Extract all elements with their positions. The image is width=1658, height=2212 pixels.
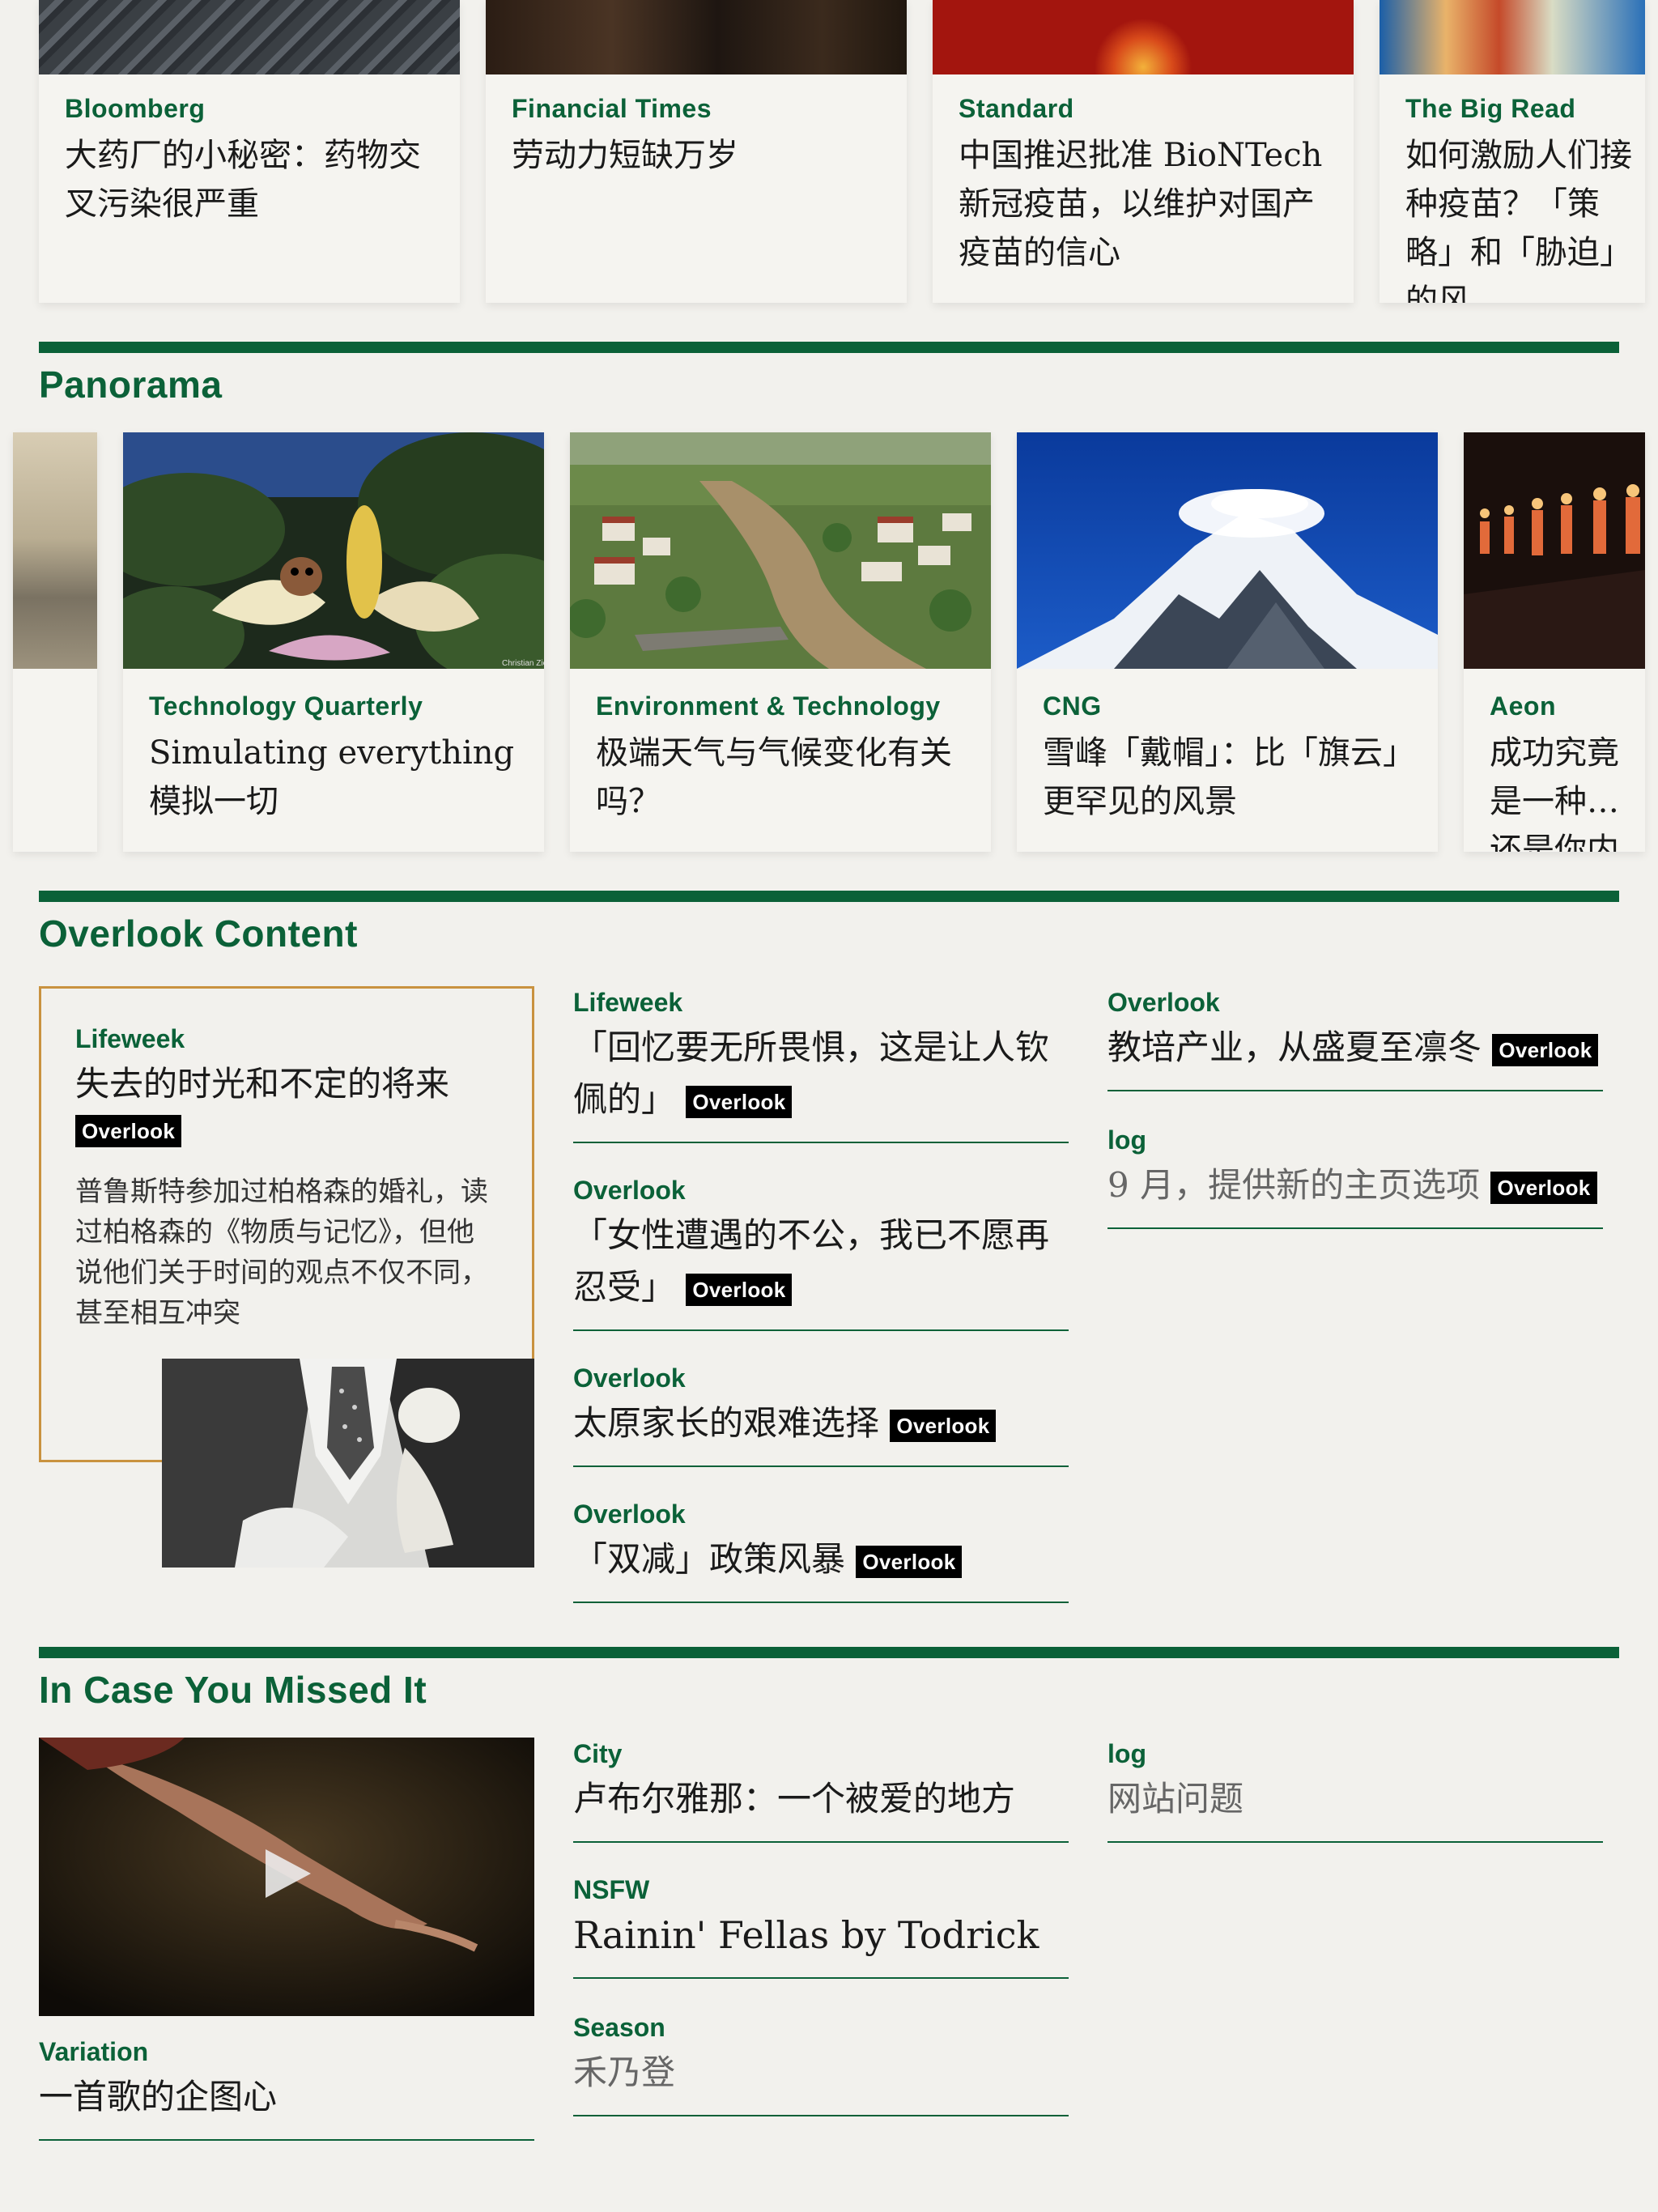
item-title[interactable]: 「回忆要无所畏惧，这是让人钦佩的」 Overlook: [573, 1022, 1069, 1142]
overlook-tag: Overlook: [1492, 1034, 1599, 1066]
panorama-card-image: [1017, 432, 1438, 669]
item-source: Overlook: [573, 1176, 686, 1205]
overlook-item[interactable]: Lifeweek 「回忆要无所畏惧，这是让人钦佩的」 Overlook: [573, 986, 1069, 1143]
overlook-item[interactable]: log 9 月，提供新的主页选项 Overlook: [1107, 1124, 1603, 1229]
panorama-heading: Panorama: [39, 364, 223, 406]
panorama-card-partial[interactable]: [13, 432, 97, 852]
item-title[interactable]: 一首歌的企图心: [39, 2071, 534, 2139]
featured-description: 普鲁斯特参加过柏格森的婚礼，读过柏格森的《物质与记忆》，但他说他们关于时间的观点…: [75, 1176, 488, 1329]
top-card-source: Bloomberg: [65, 94, 206, 123]
item-title[interactable]: 禾乃登: [573, 2047, 1069, 2115]
item-source: City: [573, 1739, 623, 1768]
panorama-card-image: Christian Ziegler: [123, 432, 544, 669]
video-thumbnail[interactable]: [39, 1738, 534, 2016]
item-title-text[interactable]: 「双减」政策风暴: [573, 1539, 845, 1579]
play-icon[interactable]: [266, 1849, 311, 1898]
overlook-tag: Overlook: [1490, 1172, 1597, 1204]
item-title[interactable]: 「女性遭遇的不公，我已不愿再忍受」 Overlook: [573, 1210, 1069, 1329]
missed-item[interactable]: Season 禾乃登: [573, 2011, 1069, 2116]
item-title[interactable]: 卢布尔雅那：一个被爱的地方: [573, 1773, 1069, 1841]
item-title-text[interactable]: 太原家长的艰难选择: [573, 1403, 879, 1443]
panorama-card-image: [1464, 432, 1645, 669]
overlook-rule: [39, 891, 1619, 902]
top-card-standard[interactable]: Standard 中国推迟批准 BioNTech 新冠疫苗，以维护对国产疫苗的信…: [933, 0, 1354, 303]
overlook-tag: Overlook: [890, 1410, 997, 1442]
panorama-card-title[interactable]: Simulating everything 模拟一切: [149, 729, 518, 826]
missed-item[interactable]: log 网站问题: [1107, 1738, 1603, 1843]
item-source: Season: [573, 2013, 665, 2042]
panorama-card-image: [570, 432, 991, 669]
top-card-source: The Big Read: [1405, 94, 1576, 123]
top-card-image: [1380, 0, 1645, 74]
top-card-title[interactable]: 如何激励人们接种疫苗？「策略」和「胁迫」的风: [1405, 131, 1645, 303]
overlook-heading: Overlook Content: [39, 912, 358, 955]
top-card-image: [486, 0, 907, 74]
top-card-big-read[interactable]: The Big Read 如何激励人们接种疫苗？「策略」和「胁迫」的风: [1380, 0, 1645, 303]
panorama-card-technology-quarterly[interactable]: Christian Ziegler Technology Quarterly S…: [123, 432, 544, 852]
overlook-tag: Overlook: [75, 1115, 182, 1147]
panorama-card-environment[interactable]: Environment & Technology 极端天气与气候变化有关吗？: [570, 432, 991, 852]
missed-item[interactable]: NSFW Rainin' Fellas by Todrick: [573, 1874, 1069, 1979]
top-card-bloomberg[interactable]: Bloomberg 大药厂的小秘密：药物交叉污染很严重: [39, 0, 460, 303]
panorama-card-image: [13, 432, 97, 669]
item-title[interactable]: 9 月，提供新的主页选项 Overlook: [1107, 1159, 1603, 1227]
panorama-card-source: Aeon: [1490, 691, 1556, 721]
missed-rule: [39, 1647, 1619, 1658]
featured-title[interactable]: 失去的时光和不定的将来: [75, 1060, 449, 1108]
panorama-rule: [39, 342, 1619, 353]
panorama-card-title[interactable]: 雪峰「戴帽」：比「旗云」更罕见的风景: [1043, 729, 1412, 826]
panorama-card-cng[interactable]: CNG 雪峰「戴帽」：比「旗云」更罕见的风景: [1017, 432, 1438, 852]
featured-image[interactable]: [162, 1359, 534, 1568]
item-title-text[interactable]: 教培产业，从盛夏至凛冬: [1107, 1027, 1482, 1067]
photo-credit: Christian Ziegler: [502, 659, 544, 668]
item-source: Variation: [39, 2037, 149, 2066]
top-card-title[interactable]: 大药厂的小秘密：药物交叉污染很严重: [65, 131, 434, 228]
overlook-item[interactable]: Overlook 「双减」政策风暴 Overlook: [573, 1498, 1069, 1603]
flood-village-photo: [570, 432, 991, 669]
mountain-cloud-photo: [1017, 432, 1438, 669]
item-title[interactable]: 太原家长的艰难选择 Overlook: [573, 1397, 1069, 1465]
overlook-tag: Overlook: [686, 1086, 793, 1118]
overlook-item[interactable]: Overlook 教培产业，从盛夏至凛冬 Overlook: [1107, 986, 1603, 1091]
top-card-title[interactable]: 中国推迟批准 BioNTech 新冠疫苗，以维护对国产疫苗的信心: [959, 131, 1328, 277]
item-title[interactable]: 「双减」政策风暴 Overlook: [573, 1534, 1069, 1602]
overlook-tag: Overlook: [856, 1546, 963, 1578]
dining-hall-photo: [1464, 432, 1645, 669]
missed-item-video[interactable]: Variation 一首歌的企图心: [39, 2035, 534, 2141]
item-title-text[interactable]: 「回忆要无所畏惧，这是让人钦佩的」: [573, 1027, 1049, 1119]
overlook-item[interactable]: Overlook 太原家长的艰难选择 Overlook: [573, 1362, 1069, 1467]
item-title-text[interactable]: 9 月，提供新的主页选项: [1107, 1165, 1480, 1205]
overlook-item[interactable]: Overlook 「女性遭遇的不公，我已不愿再忍受」 Overlook: [573, 1174, 1069, 1331]
overlook-tag: Overlook: [686, 1274, 793, 1306]
panorama-card-aeon[interactable]: Aeon 成功究竟是一种…还是你内心的…: [1464, 432, 1645, 852]
item-source: Overlook: [573, 1363, 686, 1393]
item-title-text[interactable]: 「女性遭遇的不公，我已不愿再忍受」: [573, 1215, 1049, 1307]
item-title[interactable]: Rainin' Fellas by Todrick: [573, 1909, 1069, 1977]
item-source: NSFW: [573, 1875, 650, 1904]
featured-source: Lifeweek: [75, 1024, 185, 1053]
top-card-source: Standard: [959, 94, 1074, 123]
item-source: log: [1107, 1739, 1146, 1768]
top-card-financial-times[interactable]: Financial Times 劳动力短缺万岁: [486, 0, 907, 303]
flower-possum-photo: Christian Ziegler: [123, 432, 544, 669]
man-with-flower-photo: [162, 1359, 534, 1568]
missed-item[interactable]: City 卢布尔雅那：一个被爱的地方: [573, 1738, 1069, 1843]
panorama-card-source: CNG: [1043, 691, 1102, 721]
item-title[interactable]: 教培产业，从盛夏至凛冬 Overlook: [1107, 1022, 1603, 1090]
missed-heading: In Case You Missed It: [39, 1669, 427, 1711]
panorama-card-title[interactable]: 成功究竟是一种…还是你内心的…: [1490, 729, 1645, 852]
panorama-card-title[interactable]: 极端天气与气候变化有关吗？: [596, 729, 965, 826]
item-source: log: [1107, 1125, 1146, 1155]
item-source: Overlook: [1107, 988, 1220, 1017]
top-card-image: [39, 0, 460, 74]
item-title[interactable]: 网站问题: [1107, 1773, 1603, 1841]
top-card-image: [933, 0, 1354, 74]
top-card-source: Financial Times: [512, 94, 712, 123]
item-source: Overlook: [573, 1499, 686, 1529]
item-source: Lifeweek: [573, 988, 683, 1017]
panorama-card-source: Technology Quarterly: [149, 691, 423, 721]
panorama-card-source: Environment & Technology: [596, 691, 941, 721]
top-card-title[interactable]: 劳动力短缺万岁: [512, 131, 881, 180]
